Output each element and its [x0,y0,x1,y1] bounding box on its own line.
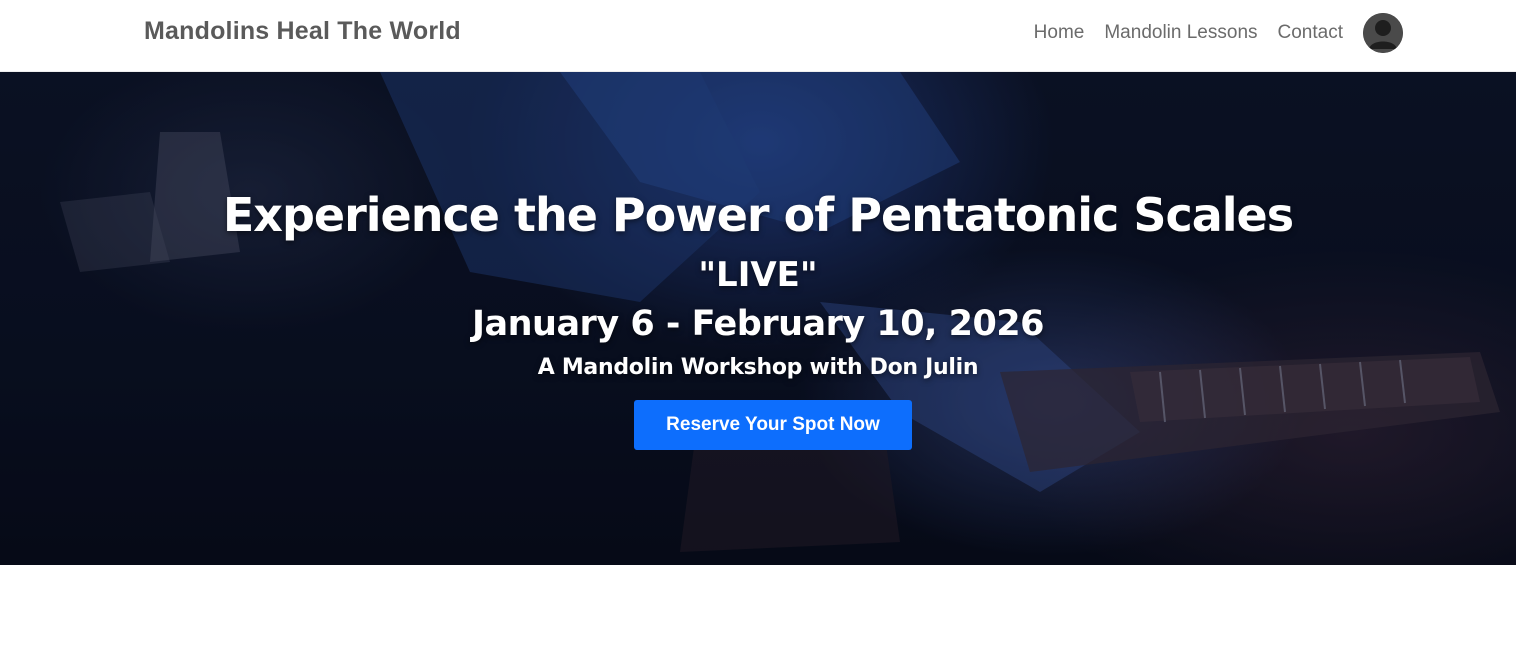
top-navbar: Mandolins Heal The World Home Mandolin L… [0,0,1516,72]
hero-title: Experience the Power of Pentatonic Scale… [222,188,1294,242]
site-brand-link[interactable]: Mandolins Heal The World [144,17,461,46]
main-nav: Home Mandolin Lessons Contact [1034,12,1403,54]
nav-mandolin-lessons-link[interactable]: Mandolin Lessons [1104,22,1257,44]
hero-subtitle: A Mandolin Workshop with Don Julin [537,355,979,380]
hero-content: Experience the Power of Pentatonic Scale… [0,72,1516,565]
hero-banner: Experience the Power of Pentatonic Scale… [0,72,1516,565]
nav-home-link[interactable]: Home [1034,22,1085,44]
user-avatar-icon[interactable] [1363,13,1403,53]
reserve-spot-button[interactable]: Reserve Your Spot Now [634,400,912,450]
person-silhouette-icon [1363,13,1403,53]
hero-live-label: "LIVE" [698,255,818,295]
page-content-area [0,565,1516,649]
nav-contact-link[interactable]: Contact [1278,22,1343,44]
hero-dates: January 6 - February 10, 2026 [471,304,1045,344]
